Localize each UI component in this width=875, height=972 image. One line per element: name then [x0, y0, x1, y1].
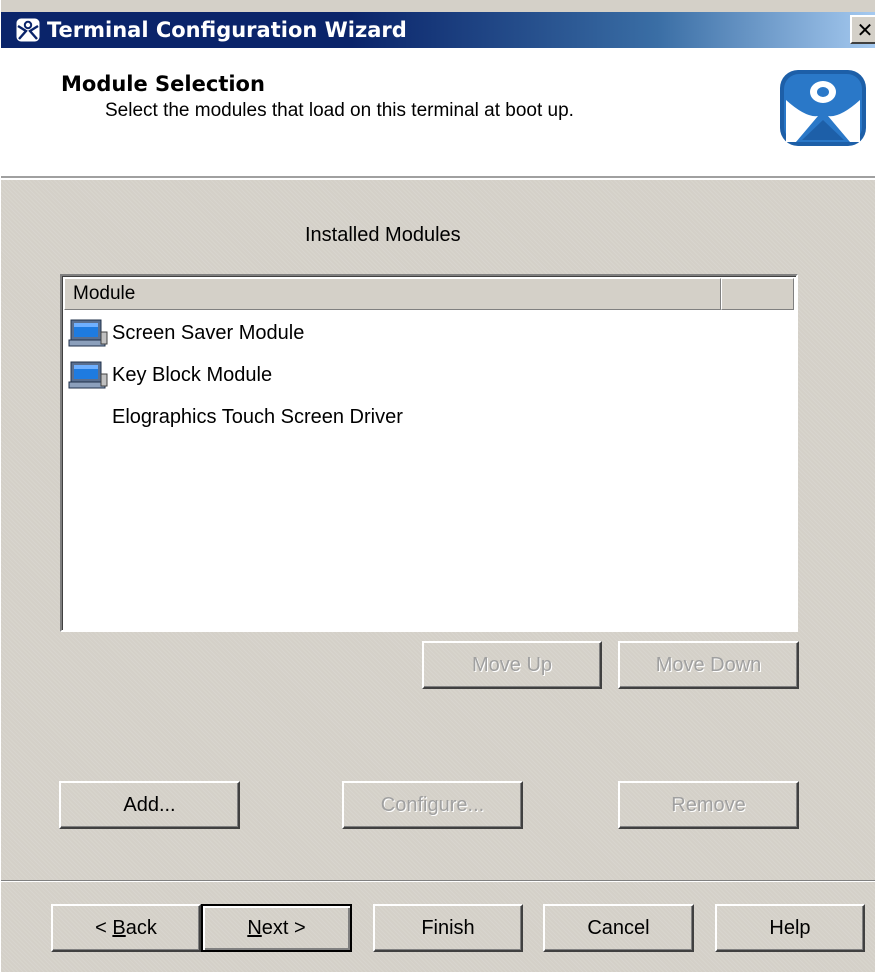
window-title: Terminal Configuration Wizard: [47, 18, 407, 42]
computer-icon: [68, 319, 108, 347]
computer-icon: [68, 361, 108, 389]
back-button[interactable]: < Back: [51, 904, 201, 952]
move-up-button[interactable]: Move Up: [422, 641, 602, 689]
next-button-label: Next >: [247, 916, 306, 939]
remove-button[interactable]: Remove: [618, 781, 799, 829]
listview-header: Module: [64, 278, 794, 310]
configure-button[interactable]: Configure...: [342, 781, 523, 829]
help-button[interactable]: Help: [715, 904, 865, 952]
list-item[interactable]: Elographics Touch Screen Driver: [66, 396, 792, 438]
finish-button[interactable]: Finish: [373, 904, 523, 952]
wizard-window: Terminal Configuration Wizard ✕ Module S…: [0, 0, 875, 972]
list-item[interactable]: Key Block Module: [66, 354, 792, 396]
add-button[interactable]: Add...: [59, 781, 240, 829]
column-header-blank[interactable]: [721, 278, 794, 310]
close-button[interactable]: ✕: [850, 15, 875, 44]
title-bar[interactable]: Terminal Configuration Wizard ✕: [1, 12, 875, 48]
page-title: Module Selection: [61, 72, 265, 96]
header-divider: [1, 178, 875, 180]
blank-icon: [68, 402, 108, 432]
list-item[interactable]: Screen Saver Module: [66, 312, 792, 354]
listview-rows: Screen Saver Module Key Block Module Elo…: [66, 312, 792, 438]
list-item-label: Elographics Touch Screen Driver: [112, 405, 403, 428]
modules-listview[interactable]: Module Screen Saver Module Key Block Mod…: [60, 274, 798, 632]
back-button-label: < Back: [95, 916, 157, 939]
footer-divider: [1, 880, 875, 882]
next-button[interactable]: Next >: [201, 904, 352, 952]
column-header-module[interactable]: Module: [64, 278, 721, 310]
list-item-label: Key Block Module: [112, 363, 273, 386]
page-subtitle: Select the modules that load on this ter…: [105, 100, 574, 121]
top-strip: [1, 0, 875, 12]
mnemonic-char: N: [247, 916, 262, 939]
move-down-button[interactable]: Move Down: [618, 641, 799, 689]
wizard-header: Module Selection Select the modules that…: [1, 48, 875, 178]
installed-modules-label: Installed Modules: [305, 224, 461, 246]
product-logo-icon: [780, 70, 866, 146]
mnemonic-char: B: [112, 916, 126, 939]
cancel-button[interactable]: Cancel: [543, 904, 694, 952]
app-logo-icon: [13, 15, 43, 45]
list-item-label: Screen Saver Module: [112, 321, 305, 344]
